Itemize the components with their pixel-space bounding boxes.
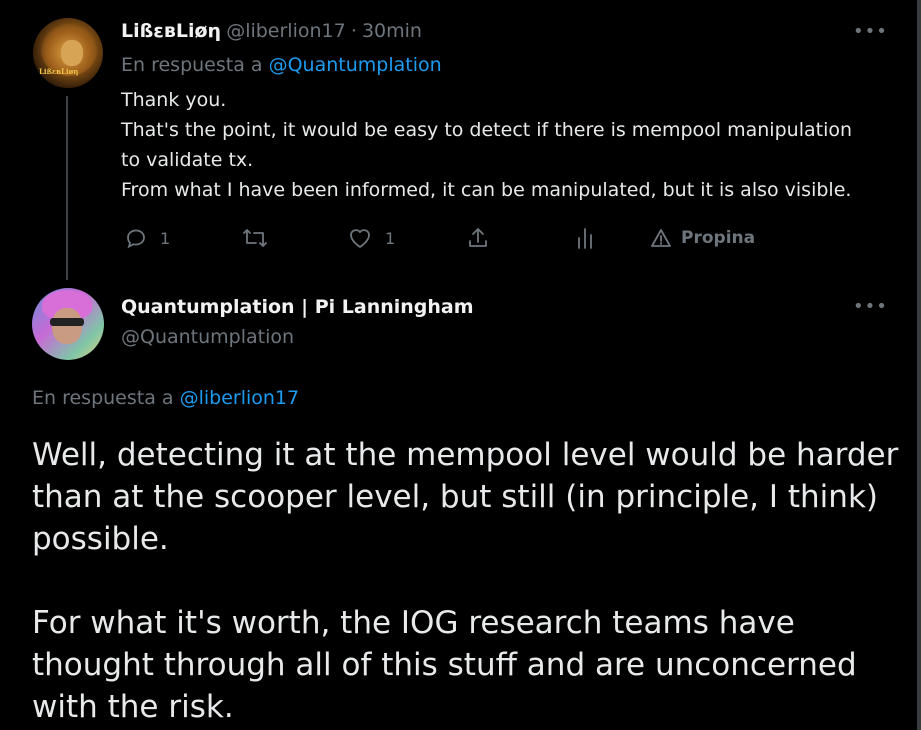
- text-line: than at the scooper level, but still (in…: [32, 479, 878, 515]
- analytics-icon: [578, 228, 592, 249]
- reply-context: En respuesta a @Quantumplation: [121, 54, 442, 76]
- text-line: thought through all of this stuff and ar…: [32, 647, 857, 683]
- retweet-button[interactable]: [242, 226, 268, 250]
- reply-prefix: En respuesta a: [121, 54, 263, 76]
- more-icon[interactable]: •••: [853, 21, 888, 42]
- more-icon[interactable]: •••: [853, 296, 888, 317]
- text-line: From what I have been informed, it can b…: [121, 179, 852, 201]
- avatar-liberlion[interactable]: LißεвLiøη: [33, 18, 103, 88]
- avatar-quantumplation[interactable]: [32, 288, 104, 360]
- reply-count: 1: [160, 228, 171, 248]
- promote-icon: [651, 229, 671, 247]
- promote-button[interactable]: Propina: [650, 228, 755, 248]
- like-count: 1: [385, 228, 396, 248]
- reply-tweet-header: LißεвLiøη @liberlion17 · 30min: [121, 20, 422, 42]
- handle[interactable]: @liberlion17: [226, 20, 346, 42]
- analytics-button[interactable]: [575, 226, 595, 250]
- display-name[interactable]: LißεвLiøη: [121, 20, 221, 42]
- reply-button[interactable]: 1: [124, 226, 170, 250]
- timestamp[interactable]: 30min: [362, 20, 422, 42]
- main-tweet-text: Well, detecting it at the mempool level …: [32, 434, 898, 728]
- window-edge: [917, 0, 921, 730]
- reply-mention-link[interactable]: @liberlion17: [180, 387, 300, 409]
- text-line: That's the point, it would be easy to de…: [121, 119, 853, 141]
- text-line: Thank you.: [121, 89, 227, 111]
- separator: ·: [350, 20, 357, 42]
- share-icon: [469, 228, 487, 247]
- reply-context: En respuesta a @liberlion17: [32, 387, 299, 409]
- text-line: [32, 560, 898, 602]
- share-button[interactable]: [466, 226, 490, 250]
- reply-icon: [127, 229, 145, 249]
- thread-connector-line: [66, 96, 68, 280]
- promote-label: Propina: [681, 228, 756, 248]
- text-line: For what it's worth, the IOG research te…: [32, 605, 795, 641]
- display-name[interactable]: Quantumplation | Pi Lanningham: [121, 296, 474, 318]
- handle[interactable]: @Quantumplation: [121, 326, 294, 348]
- retweet-icon: [243, 229, 267, 247]
- text-line: with the risk.: [32, 689, 234, 725]
- text-line: to validate tx.: [121, 149, 254, 171]
- text-line: Well, detecting it at the mempool level …: [32, 437, 899, 473]
- like-icon: [350, 229, 370, 248]
- reply-prefix: En respuesta a: [32, 387, 174, 409]
- text-line: possible.: [32, 521, 169, 557]
- reply-tweet-text: Thank you. That's the point, it would be…: [121, 85, 852, 205]
- like-button[interactable]: 1: [347, 226, 395, 250]
- reply-mention-link[interactable]: @Quantumplation: [269, 54, 442, 76]
